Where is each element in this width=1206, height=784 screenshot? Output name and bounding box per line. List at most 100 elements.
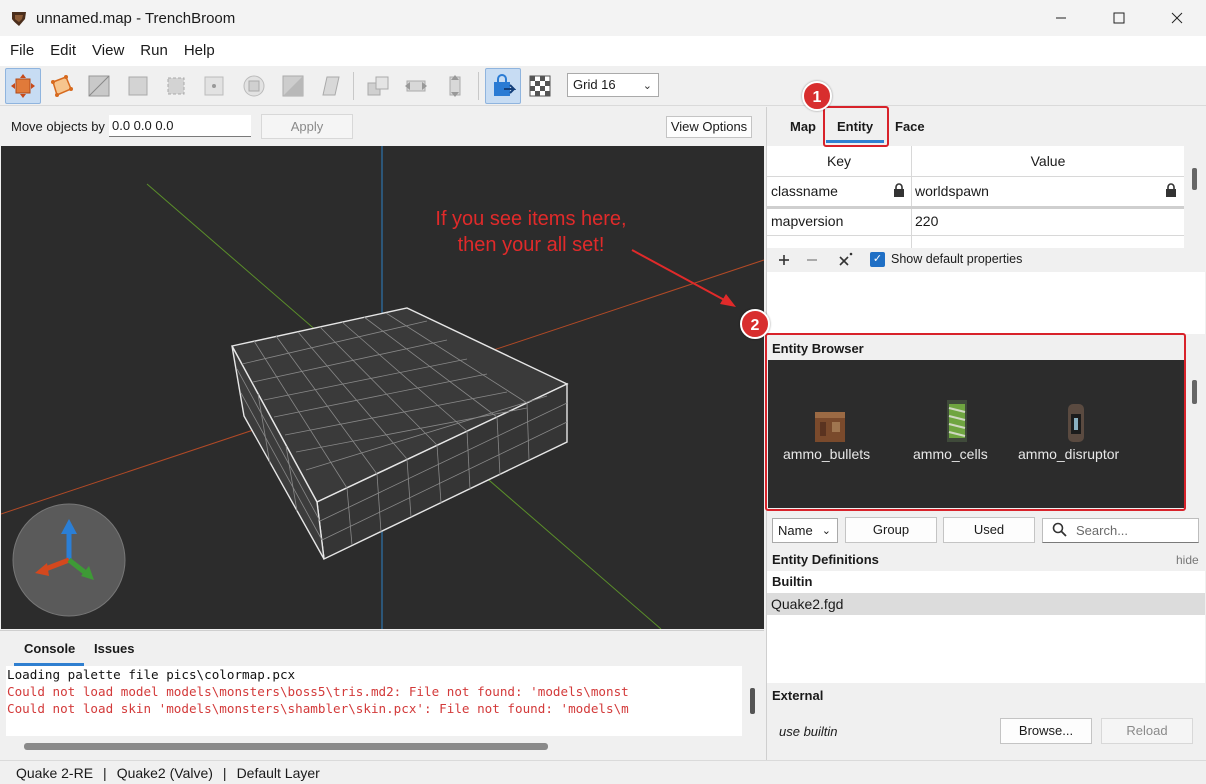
show-default-properties-label[interactable]: Show default properties (891, 252, 1022, 266)
flip-vertical-icon (449, 75, 461, 97)
status-separator: | (103, 764, 107, 781)
grid-size-select[interactable]: Grid 16 ⌄ (567, 73, 659, 97)
external-definition-value: use builtin (779, 724, 838, 739)
maximize-button[interactable] (1090, 0, 1148, 36)
lock-icon (1166, 183, 1176, 197)
step-badge-2: 2 (740, 309, 770, 339)
browse-button[interactable]: Browse... (1000, 718, 1092, 744)
move-offset-input[interactable]: 0.0 0.0 0.0 (109, 115, 251, 137)
vertex-tool-icon (51, 75, 73, 97)
maximize-icon (1113, 12, 1125, 24)
definition-file-item[interactable]: Quake2.fgd (771, 596, 843, 612)
rotate-tool-button[interactable] (120, 68, 156, 104)
status-layer: Default Layer (236, 764, 320, 781)
chevron-down-icon: ⌄ (642, 80, 652, 92)
minimize-icon (1056, 17, 1066, 19)
key-column-header[interactable]: Key (767, 146, 911, 176)
builtin-heading: Builtin (772, 574, 813, 589)
clip-tool-button[interactable] (81, 68, 117, 104)
title-bar: unnamed.map - TrenchBroom (0, 0, 1206, 36)
status-separator: | (222, 764, 227, 781)
close-button[interactable] (1148, 0, 1206, 36)
uv-tool-button[interactable] (236, 68, 272, 104)
status-map-format: Quake2 (Valve) (116, 764, 213, 781)
window-title: unnamed.map - TrenchBroom (36, 9, 236, 27)
tab-face[interactable]: Face (895, 119, 925, 134)
grid-size-value: Grid 16 (573, 77, 616, 92)
checker-icon (529, 75, 551, 97)
chevron-down-icon: ⌄ (821, 525, 831, 537)
axis-gizmo[interactable] (12, 503, 126, 617)
console-output[interactable]: Loading palette file pics\colormap.pcx C… (6, 666, 742, 736)
value-column-header[interactable]: Value (912, 146, 1184, 176)
move-tool-button[interactable] (5, 68, 41, 104)
search-icon (1052, 522, 1067, 537)
property-value[interactable]: worldspawn (915, 176, 989, 206)
entity-properties-table: Key Value classname worldspawn mapversio… (767, 146, 1184, 248)
property-key[interactable]: classname (771, 176, 838, 206)
texture-lock-toggle[interactable] (485, 68, 521, 104)
uv-lock-toggle[interactable] (522, 68, 558, 104)
trenchbroom-logo-icon (12, 12, 26, 26)
menu-run[interactable]: Run (132, 36, 176, 66)
properties-scrollbar[interactable] (1192, 168, 1197, 190)
remove-property-icon[interactable] (806, 254, 818, 266)
flip-vertical-button[interactable] (437, 68, 473, 104)
point-icon (204, 76, 224, 96)
sort-value: Name (778, 523, 813, 538)
move-objects-label: Move objects by (11, 119, 105, 134)
menu-file[interactable]: File (2, 36, 42, 66)
step-badge-1: 1 (802, 81, 832, 111)
property-key[interactable]: mapversion (771, 206, 843, 236)
set-default-properties-icon[interactable] (838, 251, 854, 267)
console-vertical-scrollbar[interactable] (750, 688, 755, 714)
menu-edit[interactable]: Edit (42, 36, 84, 66)
lock-icon (894, 183, 904, 197)
apply-button[interactable]: Apply (261, 114, 353, 139)
annotation-line-2: then your all set! (457, 234, 605, 256)
annotation-text: If you see items here, then your all set… (410, 206, 652, 258)
show-default-properties-checkbox[interactable]: ✓ (870, 252, 885, 267)
tab-map[interactable]: Map (790, 119, 816, 134)
menu-help[interactable]: Help (176, 36, 223, 66)
console-horizontal-scrollbar[interactable] (24, 743, 548, 750)
used-button[interactable]: Used (943, 517, 1035, 543)
console-line: Loading palette file pics\colormap.pcx (7, 667, 296, 682)
scale-tool-button[interactable] (158, 68, 194, 104)
menu-view[interactable]: View (84, 36, 132, 66)
entity-tab-highlight (823, 106, 889, 147)
sort-select[interactable]: Name ⌄ (772, 518, 838, 543)
status-bar: Quake 2-RE | Quake2 (Valve) | Default La… (0, 760, 1206, 784)
annotation-arrow (631, 249, 736, 307)
csg-button[interactable] (275, 68, 311, 104)
view-options-button[interactable]: View Options (666, 116, 752, 138)
add-property-icon[interactable] (778, 254, 790, 266)
csg-icon (282, 75, 304, 97)
hide-link[interactable]: hide (1176, 553, 1199, 567)
flip-horizontal-button[interactable] (398, 68, 434, 104)
entity-definitions-list (767, 571, 1205, 683)
uv-icon (243, 75, 265, 97)
entity-browser-scrollbar[interactable] (1192, 380, 1197, 404)
lock-arrow-icon (494, 74, 516, 96)
console-line-error: Could not load model models\monsters\bos… (7, 684, 629, 699)
entity-definitions-title: Entity Definitions (772, 552, 879, 567)
console-line-error: Could not load skin 'models\monsters\sha… (7, 701, 629, 716)
property-value[interactable]: 220 (915, 206, 938, 236)
reload-button[interactable]: Reload (1101, 718, 1193, 744)
duplicate-icon (367, 76, 389, 96)
menu-bar: File Edit View Run Help (0, 36, 1206, 66)
texture-lock-button[interactable] (312, 68, 348, 104)
annotation-line-1: If you see items here, (435, 208, 627, 230)
vertex-tool-button[interactable] (43, 68, 79, 104)
scale-tool-icon (167, 77, 185, 95)
minimize-button[interactable] (1032, 0, 1090, 36)
brush (230, 307, 569, 561)
shear-tool-button[interactable] (196, 68, 232, 104)
tab-console[interactable]: Console (24, 641, 75, 656)
tab-issues[interactable]: Issues (94, 641, 134, 656)
group-button[interactable]: Group (845, 517, 937, 543)
entity-browser-highlight (765, 333, 1186, 511)
duplicate-button[interactable] (360, 68, 396, 104)
close-icon (1171, 12, 1183, 24)
